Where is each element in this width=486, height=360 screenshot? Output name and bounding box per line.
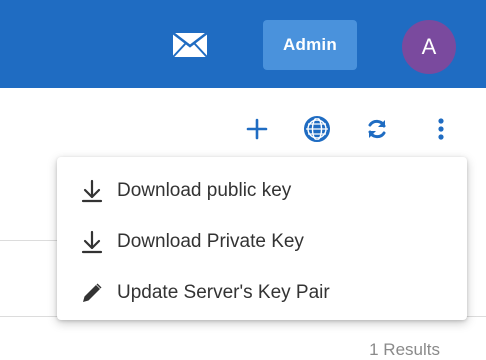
refresh-icon xyxy=(368,119,386,139)
menu-item-download-public-key[interactable]: Download public key xyxy=(57,165,467,216)
mail-button[interactable] xyxy=(168,30,212,60)
refresh-button[interactable] xyxy=(362,114,392,144)
more-vertical-icon xyxy=(438,118,444,140)
plus-icon xyxy=(246,118,268,140)
options-dropdown-menu: Download public key Download Private Key… xyxy=(57,157,467,320)
menu-item-label: Download Private Key xyxy=(117,230,304,252)
menu-item-label: Download public key xyxy=(117,179,292,201)
pencil-icon xyxy=(79,280,105,306)
menu-item-label: Update Server's Key Pair xyxy=(117,281,330,303)
menu-item-download-private-key[interactable]: Download Private Key xyxy=(57,216,467,267)
more-options-button[interactable] xyxy=(426,114,456,144)
globe-icon xyxy=(304,116,330,142)
avatar[interactable]: A xyxy=(402,20,456,74)
menu-item-update-key-pair[interactable]: Update Server's Key Pair xyxy=(57,267,467,318)
results-count: 1 Results xyxy=(369,340,440,359)
add-button[interactable] xyxy=(242,114,272,144)
divider xyxy=(0,240,60,241)
download-icon xyxy=(79,178,105,204)
envelope-icon xyxy=(172,32,208,58)
download-icon xyxy=(79,229,105,255)
admin-button[interactable]: Admin xyxy=(263,20,357,70)
globe-button[interactable] xyxy=(302,114,332,144)
top-bar: Admin A xyxy=(0,0,486,88)
